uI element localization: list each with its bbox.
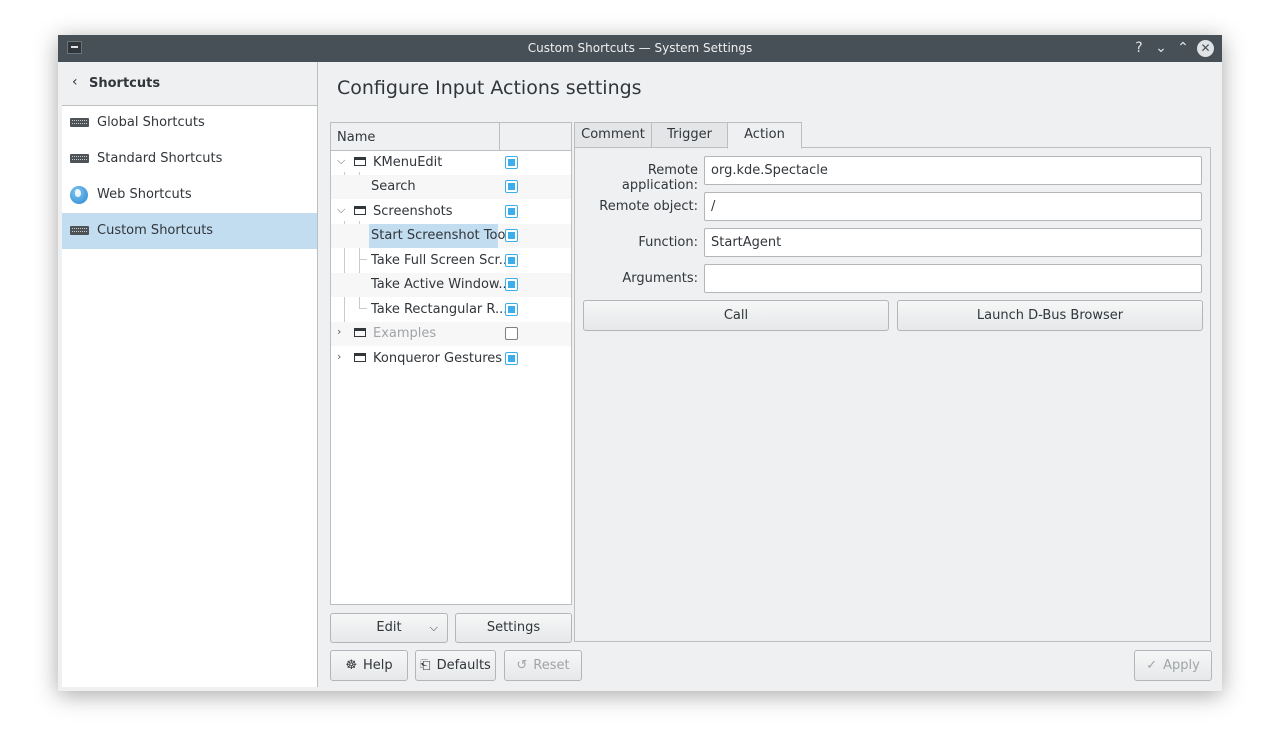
settings-button[interactable]: Settings — [455, 613, 572, 643]
page-title: Configure Input Actions settings — [337, 77, 642, 99]
tree-row-label: Search — [371, 179, 416, 194]
sidebar: ‹ Shortcuts Global Shortcuts Standard Sh… — [62, 62, 318, 687]
tree-row-take-rectangular[interactable]: Take Rectangular R... — [331, 298, 571, 322]
tree-row-screenshots[interactable]: ⌵ Screenshots — [331, 200, 571, 224]
tree-row-start-screenshot-tool[interactable]: Start Screenshot Tool — [331, 224, 571, 248]
chevron-down-icon[interactable]: ⌵ — [337, 154, 345, 168]
tree-row-examples[interactable]: › Examples — [331, 322, 571, 346]
edit-dropdown-button[interactable]: Edit ⌵ — [330, 613, 448, 643]
sidebar-item-label: Standard Shortcuts — [97, 151, 223, 166]
help-icon: ☸ — [345, 658, 357, 673]
help-button[interactable]: ☸ Help — [330, 650, 408, 681]
folder-icon — [354, 206, 366, 215]
defaults-button[interactable]: ⎗ Defaults — [415, 650, 496, 681]
folder-icon — [354, 353, 366, 362]
keyboard-icon — [70, 118, 89, 127]
window-title: Custom Shortcuts — System Settings — [527, 41, 753, 55]
call-button[interactable]: Call — [583, 300, 889, 331]
sidebar-item-standard-shortcuts[interactable]: Standard Shortcuts — [62, 141, 317, 177]
defaults-label: Defaults — [436, 658, 491, 673]
tab-action[interactable]: Action — [727, 122, 802, 149]
checkmark-icon: ✓ — [1146, 658, 1158, 673]
remote-object-input[interactable]: / — [704, 192, 1202, 221]
sidebar-item-label: Web Shortcuts — [97, 187, 192, 202]
tree-row-take-full-screen[interactable]: Take Full Screen Scr... — [331, 249, 571, 273]
folder-icon — [354, 157, 366, 166]
globe-icon — [70, 186, 88, 204]
chevron-down-icon[interactable]: ⌵ — [337, 203, 345, 217]
tree-row-label: Screenshots — [373, 204, 453, 219]
help-icon[interactable]: ? — [1129, 38, 1149, 58]
settings-window: Custom Shortcuts — System Settings ? ⌄ ⌃… — [58, 35, 1222, 691]
enabled-checkbox[interactable] — [505, 180, 518, 193]
maximize-icon[interactable]: ⌃ — [1173, 38, 1193, 58]
remote-application-label: Remote application: — [621, 163, 698, 193]
reset-button[interactable]: ↺ Reset — [504, 650, 582, 681]
tree-row-label: Start Screenshot Tool — [371, 228, 510, 243]
keyboard-icon — [70, 154, 89, 163]
title-bar[interactable]: Custom Shortcuts — System Settings ? ⌄ ⌃… — [58, 35, 1222, 62]
enabled-checkbox[interactable] — [505, 156, 518, 169]
enabled-checkbox[interactable] — [505, 254, 518, 267]
arguments-input[interactable] — [704, 264, 1202, 293]
arguments-label: Arguments: — [622, 271, 698, 286]
undo-icon: ↺ — [516, 658, 528, 673]
remote-application-input[interactable]: org.kde.Spectacle — [704, 156, 1202, 185]
enabled-checkbox[interactable] — [505, 205, 518, 218]
remote-object-label: Remote object: — [599, 199, 698, 214]
actions-tree[interactable]: Name ⌵ KMenuEdit Search ⌵ Screenshots St… — [330, 122, 572, 605]
chevron-right-icon[interactable]: › — [337, 325, 341, 338]
chevron-left-icon: ‹ — [72, 74, 78, 90]
edit-label: Edit — [376, 620, 402, 635]
function-label: Function: — [638, 235, 698, 250]
sidebar-item-label: Custom Shortcuts — [97, 223, 214, 238]
enabled-checkbox[interactable] — [505, 352, 518, 365]
tree-row-label: Take Active Window... — [371, 277, 511, 292]
chevron-down-icon: ⌵ — [429, 621, 438, 634]
sidebar-item-global-shortcuts[interactable]: Global Shortcuts — [62, 105, 317, 141]
chevron-right-icon[interactable]: › — [337, 350, 341, 363]
tree-row-label: Examples — [373, 326, 437, 341]
column-header-name[interactable]: Name — [337, 130, 375, 145]
apply-button[interactable]: ✓ Apply — [1134, 650, 1212, 681]
tree-row-label: Take Rectangular R... — [371, 302, 508, 317]
keyboard-icon — [70, 226, 89, 235]
tree-row-kmenuedit[interactable]: ⌵ KMenuEdit — [331, 151, 571, 175]
apply-label: Apply — [1163, 658, 1200, 673]
action-panel — [574, 147, 1211, 642]
tree-row-search[interactable]: Search — [331, 175, 571, 199]
launch-dbus-browser-button[interactable]: Launch D-Bus Browser — [897, 300, 1203, 331]
help-label: Help — [363, 658, 393, 673]
enabled-checkbox[interactable] — [505, 303, 518, 316]
tree-row-take-active-window[interactable]: Take Active Window... — [331, 273, 571, 297]
sidebar-item-web-shortcuts[interactable]: Web Shortcuts — [62, 177, 317, 213]
enabled-checkbox[interactable] — [505, 278, 518, 291]
tree-header: Name — [331, 123, 571, 151]
tree-row-label: Konqueror Gestures — [373, 351, 503, 366]
document-revert-icon: ⎗ — [420, 658, 431, 673]
minimize-icon[interactable]: ⌄ — [1151, 38, 1171, 58]
back-label: Shortcuts — [89, 76, 161, 91]
tab-trigger[interactable]: Trigger — [651, 122, 728, 148]
reset-label: Reset — [533, 658, 570, 673]
back-button[interactable]: ‹ Shortcuts — [62, 62, 317, 106]
enabled-checkbox[interactable] — [505, 327, 518, 340]
close-icon[interactable]: ✕ — [1197, 40, 1214, 57]
enabled-checkbox[interactable] — [505, 229, 518, 242]
sidebar-item-custom-shortcuts[interactable]: Custom Shortcuts — [62, 213, 317, 249]
tree-row-label: KMenuEdit — [373, 155, 443, 170]
tree-row-label: Take Full Screen Scr... — [371, 253, 512, 268]
folder-icon — [354, 328, 366, 337]
tree-row-konqueror-gestures[interactable]: › Konqueror Gestures — [331, 347, 571, 371]
function-input[interactable]: StartAgent — [704, 228, 1202, 257]
sidebar-item-label: Global Shortcuts — [97, 115, 205, 130]
tab-comment[interactable]: Comment — [574, 122, 652, 148]
